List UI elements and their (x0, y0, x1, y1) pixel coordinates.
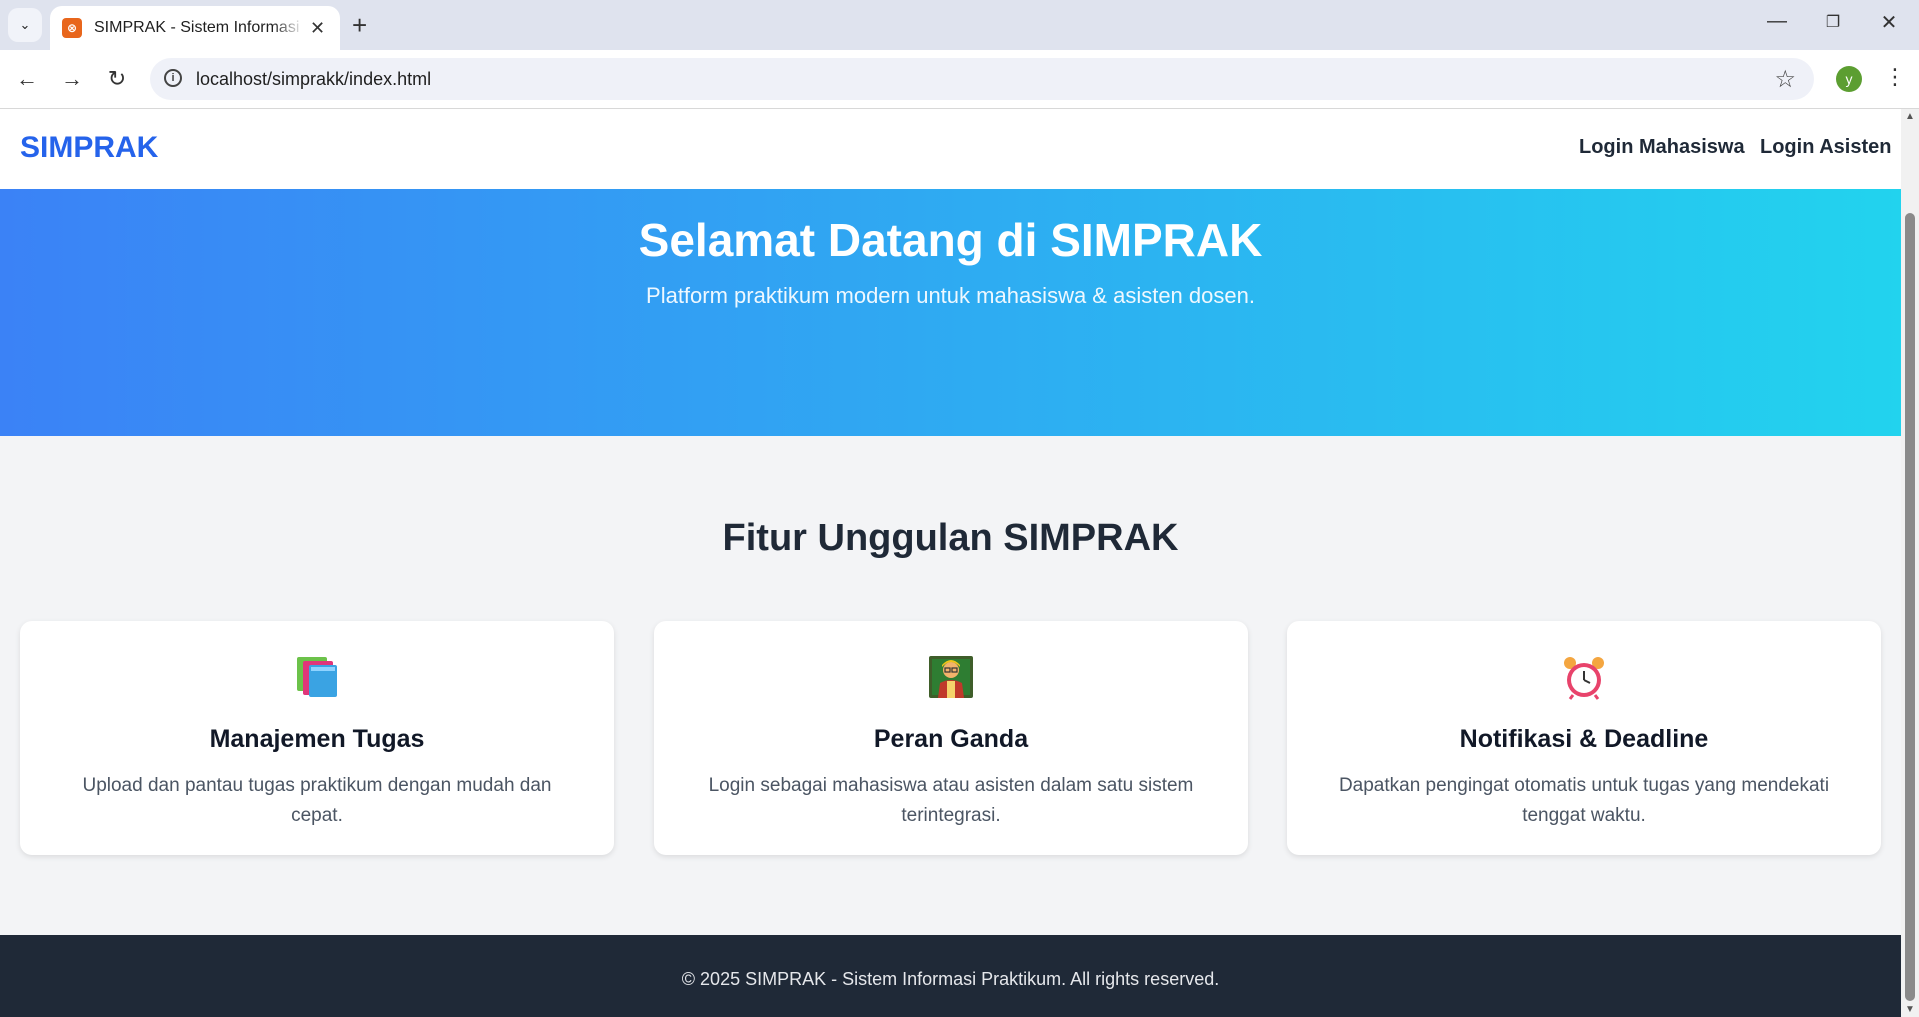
back-arrow-icon[interactable]: ← (12, 64, 42, 94)
site-footer: © 2025 SIMPRAK - Sistem Informasi Prakti… (0, 935, 1901, 1017)
feature-card-peran-ganda: Peran Ganda Login sebagai mahasiswa atau… (654, 621, 1248, 855)
restore-icon[interactable]: ❐ (1818, 12, 1848, 32)
site-info-icon[interactable]: i (164, 69, 182, 87)
footer-copyright: © 2025 SIMPRAK - Sistem Informasi Prakti… (681, 969, 1220, 989)
page-scrollbar[interactable]: ▲ ▼ (1901, 109, 1919, 1017)
browser-tab-bar: ⌄ ⊗ SIMPRAK - Sistem Informasi Praktikum… (0, 0, 1919, 50)
card-title: Manajemen Tugas (209, 725, 425, 753)
scrollbar-thumb[interactable] (1905, 213, 1915, 1001)
login-mahasiswa-link[interactable]: Login Mahasiswa (1579, 136, 1745, 159)
login-asisten-link[interactable]: Login Asisten (1760, 136, 1891, 159)
tab-search-button[interactable]: ⌄ (8, 8, 42, 42)
window-close-icon[interactable]: ✕ (1874, 10, 1904, 35)
chevron-down-icon: ⌄ (19, 17, 31, 32)
hero-subtitle: Platform praktikum modern untuk mahasisw… (646, 283, 1255, 308)
minimize-icon[interactable]: — (1762, 10, 1792, 33)
card-description: Upload dan pantau tugas praktikum dengan… (82, 775, 552, 826)
profile-avatar[interactable]: y (1836, 66, 1862, 92)
card-title: Peran Ganda (873, 725, 1029, 753)
browser-menu-icon[interactable]: ⋮ (1884, 64, 1906, 90)
address-bar[interactable]: i localhost/simprakk/index.html ☆ (150, 58, 1814, 100)
close-icon[interactable]: ✕ (310, 18, 325, 39)
alarm-clock-icon (1287, 655, 1881, 700)
books-icon (20, 655, 614, 699)
browser-toolbar: ← → ↻ i localhost/simprakk/index.html ☆ … (0, 50, 1919, 109)
page-viewport: SIMPRAK Login Mahasiswa Login Asisten Se… (0, 109, 1901, 1017)
bookmark-star-icon[interactable]: ☆ (1774, 65, 1796, 94)
card-title: Notifikasi & Deadline (1459, 725, 1709, 753)
card-description: Dapatkan pengingat otomatis untuk tugas … (1338, 775, 1830, 826)
tab-title: SIMPRAK - Sistem Informasi Praktikum (94, 19, 304, 36)
features-heading: Fitur Unggulan SIMPRAK (722, 517, 1179, 559)
new-tab-button[interactable]: + (352, 10, 367, 40)
browser-tab[interactable]: ⊗ SIMPRAK - Sistem Informasi Praktikum ✕ (50, 6, 340, 50)
feature-card-manajemen-tugas: Manajemen Tugas Upload dan pantau tugas … (20, 621, 614, 855)
site-navbar: SIMPRAK Login Mahasiswa Login Asisten (0, 109, 1901, 189)
reload-icon[interactable]: ↻ (102, 64, 132, 94)
card-description: Login sebagai mahasiswa atau asisten dal… (708, 775, 1194, 826)
scroll-up-arrow-icon[interactable]: ▲ (1905, 111, 1915, 122)
forward-arrow-icon[interactable]: → (57, 64, 87, 94)
hero-title: Selamat Datang di SIMPRAK (638, 214, 1263, 266)
favicon-icon: ⊗ (62, 18, 82, 38)
hero-section: Selamat Datang di SIMPRAK Platform prakt… (0, 189, 1901, 436)
url-text[interactable]: localhost/simprakk/index.html (196, 69, 431, 90)
brand-logo[interactable]: SIMPRAK (20, 131, 158, 165)
teacher-icon (654, 655, 1248, 699)
scroll-down-arrow-icon[interactable]: ▼ (1905, 1004, 1915, 1015)
feature-card-notifikasi-deadline: Notifikasi & Deadline Dapatkan pengingat… (1287, 621, 1881, 855)
